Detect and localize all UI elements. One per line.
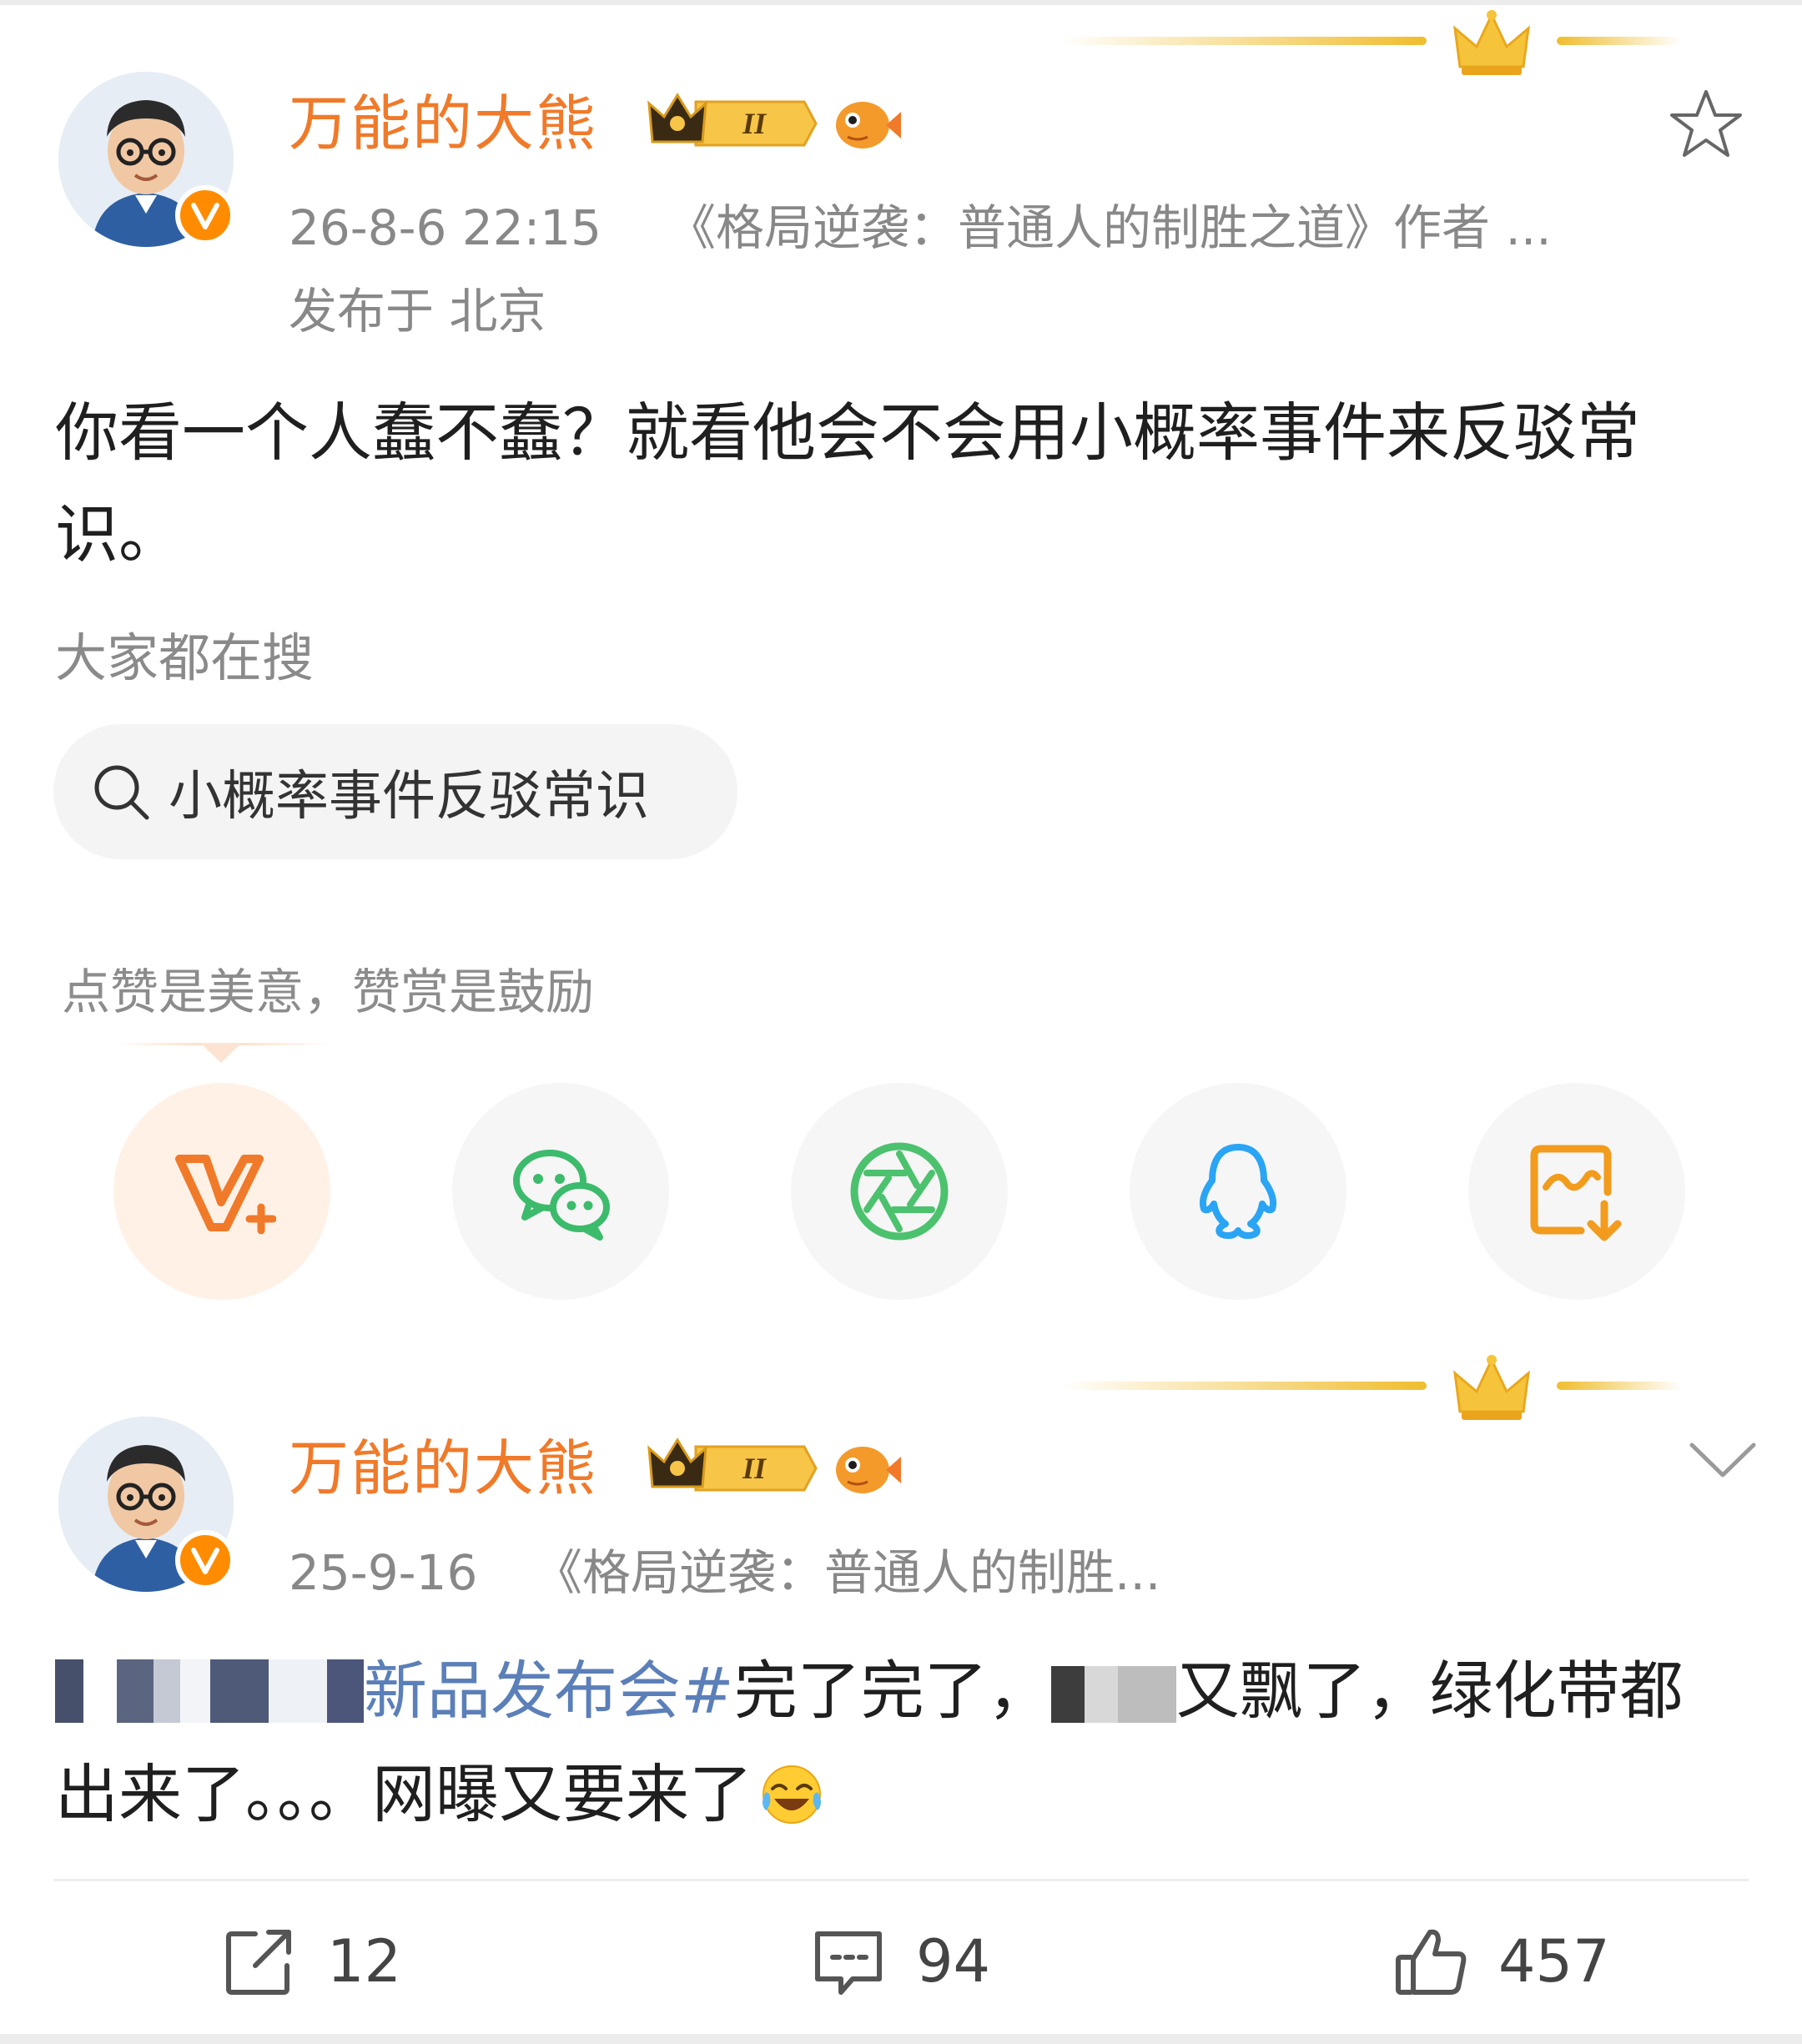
tip-label: 点赞是美意，赞赏是鼓励	[62, 964, 595, 1020]
top-edge	[0, 0, 1802, 5]
share-button-qq[interactable]	[1130, 1083, 1346, 1300]
crown-divider-line-left-2	[1060, 1382, 1427, 1390]
share-button-moments[interactable]	[791, 1083, 1008, 1300]
author-name[interactable]: 万能的大熊	[289, 1438, 597, 1498]
like-button[interactable]: 457	[1393, 1924, 1610, 1999]
crown-icon	[1453, 1355, 1530, 1420]
verified-badge-icon	[175, 1530, 235, 1590]
fish-emblem-icon	[836, 102, 901, 149]
fish-emblem-icon	[836, 1447, 901, 1493]
redacted-text	[55, 1659, 364, 1723]
comment-count: 94	[916, 1927, 991, 1996]
wechat-icon	[513, 1150, 610, 1241]
bottom-edge	[0, 2034, 1802, 2044]
qq-penguin-icon	[1200, 1144, 1276, 1239]
save-image-icon	[1530, 1145, 1622, 1241]
redacted-text	[1050, 1659, 1176, 1723]
verified-badge-icon	[175, 185, 235, 245]
post-text-segment: 又飘了，绿化带都	[1175, 1654, 1684, 1728]
search-icon	[94, 765, 149, 820]
repost-button[interactable]: 12	[222, 1924, 401, 1999]
thumbs-up-icon	[1396, 1929, 1467, 1995]
post-source: 《格局逆袭：普通人的制胜之道》作者 ...	[667, 199, 1552, 256]
post-time: 26-8-6 22:15	[289, 199, 602, 256]
crown-divider-line-right-2	[1557, 1382, 1682, 1390]
svg-text:II: II	[742, 107, 768, 140]
trending-search-query: 小概率事件反驳常识	[169, 766, 649, 828]
v-plus-icon	[175, 1155, 276, 1235]
post-divider	[53, 1879, 1749, 1881]
crown-divider-line-left	[1060, 37, 1427, 45]
post-text-segment: 出来了。。。网曝又要来了	[55, 1757, 753, 1831]
trending-search-label: 大家都在搜	[55, 627, 315, 688]
share-button-save-image[interactable]	[1468, 1083, 1685, 1300]
chevron-down-icon[interactable]	[1687, 1437, 1759, 1487]
favorite-star-icon[interactable]	[1669, 87, 1744, 162]
crown-divider-line-right	[1557, 37, 1682, 45]
vip-level-badge-icon: II	[647, 1437, 818, 1492]
post-text-line-2: 识。	[55, 497, 182, 571]
svg-text:II: II	[742, 1452, 768, 1485]
post-source: 《格局逆袭：普通人的制胜...	[534, 1544, 1161, 1601]
post-text-line-1: 你看一个人蠢不蠢？就看他会不会用小概率事件来反驳常	[55, 395, 1640, 470]
hashtag-link[interactable]: 新品发布会#	[364, 1640, 734, 1742]
post-text-segment: 完了完了，	[733, 1654, 1051, 1728]
post-location: 发布于 北京	[289, 283, 546, 340]
laughing-tears-emoji	[763, 1765, 821, 1824]
repost-count: 12	[327, 1927, 402, 1996]
trending-search-pill[interactable]: 小概率事件反驳常识	[53, 724, 737, 859]
crown-icon	[1453, 10, 1530, 75]
post-text-line-2: 出来了。。。网曝又要来了	[55, 1744, 826, 1845]
comment-icon	[815, 1931, 882, 1995]
share-button-wechat[interactable]	[452, 1083, 669, 1300]
tip-pointer	[200, 1043, 242, 1063]
share-button-weibo-vplus[interactable]	[113, 1083, 330, 1300]
post-text-line-1: 新品发布会# 完了完了， 又飘了，绿化带都	[55, 1640, 1684, 1742]
repost-icon	[226, 1930, 291, 1995]
comment-button[interactable]: 94	[811, 1924, 990, 1999]
author-name[interactable]: 万能的大熊	[289, 93, 597, 154]
like-count: 457	[1498, 1927, 1610, 1996]
moments-shutter-icon	[850, 1142, 949, 1241]
vip-level-badge-icon: II	[647, 93, 818, 147]
post-time: 25-9-16	[289, 1544, 478, 1601]
